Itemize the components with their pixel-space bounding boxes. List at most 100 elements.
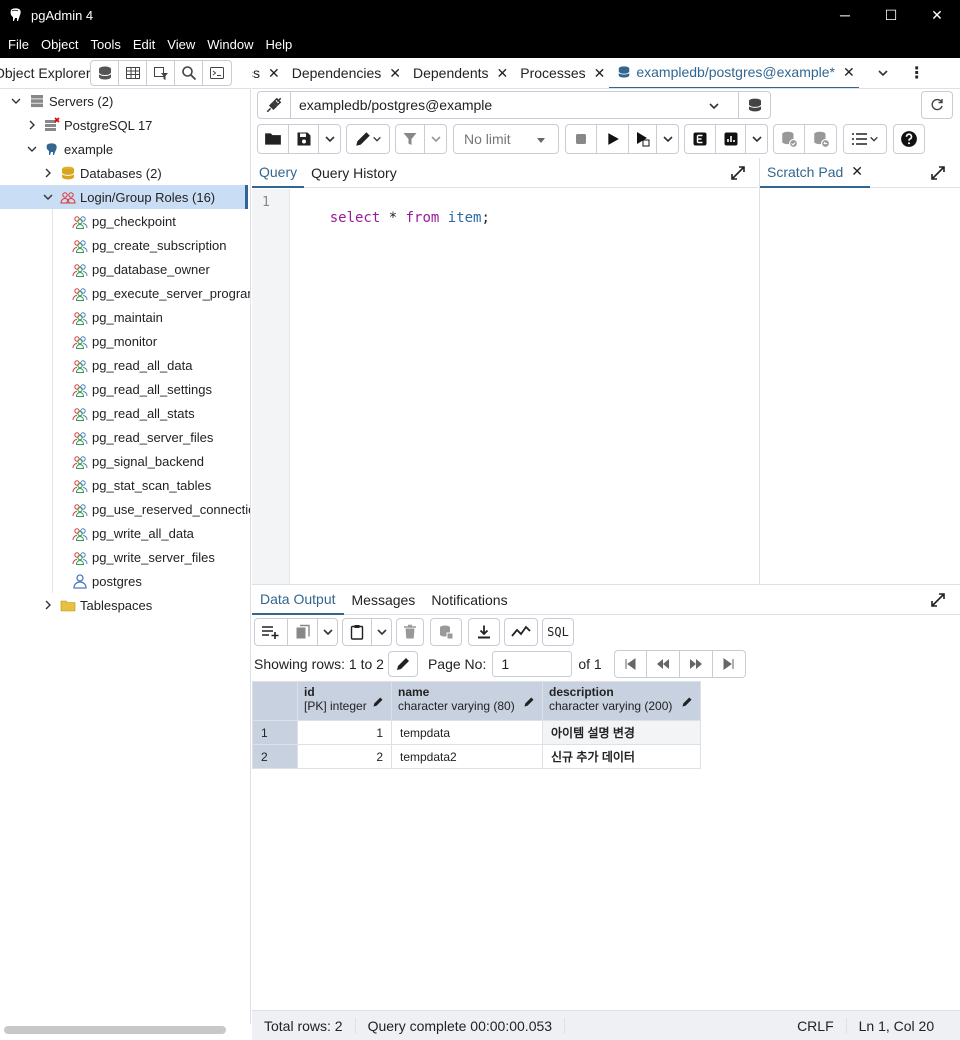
open-file-button[interactable] (257, 124, 289, 154)
close-icon[interactable]: ✕ (389, 65, 401, 82)
psql-tool-button[interactable] (203, 61, 231, 85)
sql-view-button[interactable]: SQL (542, 618, 574, 646)
row-number-header[interactable] (252, 681, 298, 721)
tree-node-servers[interactable]: Servers (2) (0, 89, 113, 113)
pencil-icon[interactable] (681, 696, 693, 708)
chevron-down-icon[interactable] (873, 67, 893, 79)
cell-id[interactable]: 1 (297, 720, 392, 745)
tree-node-role[interactable]: pg_signal_backend (0, 449, 204, 473)
cell-description[interactable]: 신규 추가 데이터 (542, 744, 701, 769)
row-number-cell[interactable]: 2 (252, 744, 298, 769)
execute-script-button[interactable] (629, 124, 657, 154)
next-page-button[interactable] (679, 650, 713, 678)
tab-scratch-pad[interactable]: Scratch Pad ✕ (760, 158, 870, 188)
explain-options-dropdown[interactable] (746, 124, 768, 154)
tree-node-example[interactable]: example (0, 137, 113, 161)
new-connection-button[interactable] (739, 91, 771, 119)
macros-button[interactable] (843, 124, 887, 154)
explorer-horizontal-scrollbar[interactable] (4, 1026, 226, 1034)
filter-rows-button[interactable] (147, 61, 175, 85)
explain-analyze-button[interactable] (716, 124, 746, 154)
sql-editor[interactable]: 1 select * from item; (252, 189, 758, 584)
tree-node-login-group-roles[interactable]: Login/Group Roles (16) (0, 185, 248, 209)
table-row[interactable]: 2 2 tempdata2 신규 추가 데이터 (252, 744, 701, 769)
tree-node-role[interactable]: pg_maintain (0, 305, 163, 329)
connection-select[interactable]: exampledb/postgres@example (291, 91, 739, 119)
expand-icon[interactable] (730, 165, 746, 181)
paste-options-dropdown[interactable] (372, 618, 392, 646)
last-page-button[interactable] (712, 650, 746, 678)
tree-node-role[interactable]: pg_read_all_data (0, 353, 192, 377)
first-page-button[interactable] (613, 650, 647, 678)
menu-window[interactable]: Window (203, 37, 257, 52)
tree-node-role[interactable]: pg_read_all_stats (0, 401, 195, 425)
commit-button[interactable] (773, 124, 805, 154)
refresh-connection-button[interactable] (921, 91, 953, 119)
close-icon[interactable]: ✕ (851, 163, 863, 180)
expand-icon[interactable] (930, 592, 946, 608)
add-row-button[interactable] (254, 618, 288, 646)
column-header-name[interactable]: name character varying (80) (391, 681, 543, 721)
edit-button[interactable] (346, 124, 390, 154)
menu-edit[interactable]: Edit (129, 37, 159, 52)
paste-button[interactable] (342, 618, 372, 646)
menu-help[interactable]: Help (262, 37, 297, 52)
download-csv-button[interactable] (468, 618, 500, 646)
column-header-description[interactable]: description character varying (200) (542, 681, 701, 721)
maximize-button[interactable]: ☐ (868, 0, 914, 30)
close-icon[interactable]: ✕ (594, 65, 606, 82)
save-file-button[interactable] (289, 124, 319, 154)
tab-data-output[interactable]: Data Output (252, 585, 344, 615)
row-number-cell[interactable]: 1 (252, 720, 298, 745)
execute-button[interactable] (597, 124, 629, 154)
table-row[interactable]: 1 1 tempdata 아이템 설명 변경 (252, 720, 701, 745)
tree-node-role[interactable]: postgres (0, 569, 142, 593)
rollback-button[interactable] (805, 124, 837, 154)
tree-node-role[interactable]: pg_database_owner (0, 257, 210, 281)
tree-node-postgresql-17[interactable]: PostgreSQL 17 (0, 113, 152, 137)
close-icon[interactable]: ✕ (497, 65, 509, 82)
stop-query-button[interactable] (565, 124, 597, 154)
tab-dependencies[interactable]: Dependencies ✕ (284, 58, 405, 88)
query-tool-button[interactable] (91, 61, 119, 85)
tab-notifications[interactable]: Notifications (423, 585, 515, 615)
tree-node-role[interactable]: pg_execute_server_program (0, 281, 250, 305)
chevron-down-icon[interactable] (10, 95, 22, 107)
execute-options-dropdown[interactable] (657, 124, 679, 154)
save-data-button[interactable] (430, 618, 462, 646)
help-button[interactable] (893, 124, 925, 154)
chevron-right-icon[interactable] (42, 167, 54, 179)
tree-node-role[interactable]: pg_read_server_files (0, 425, 213, 449)
more-vertical-icon[interactable]: ⋮ (909, 63, 925, 83)
previous-page-button[interactable] (646, 650, 680, 678)
tree-node-role[interactable]: pg_create_subscription (0, 233, 226, 257)
chevron-right-icon[interactable] (42, 599, 54, 611)
chevron-right-icon[interactable] (26, 119, 38, 131)
explain-button[interactable] (684, 124, 716, 154)
tab-dependents[interactable]: Dependents ✕ (405, 58, 512, 88)
tab-query-tool[interactable]: exampledb/postgres@example* ✕ (609, 58, 859, 88)
tree-node-role[interactable]: pg_checkpoint (0, 209, 176, 233)
tree-node-role[interactable]: pg_use_reserved_connections (0, 497, 250, 521)
tab-query[interactable]: Query (252, 158, 305, 188)
tab-statistics[interactable]: Statistics✕ (252, 58, 284, 88)
menu-tools[interactable]: Tools (87, 37, 125, 52)
copy-button[interactable] (288, 618, 318, 646)
expand-icon[interactable] (930, 165, 946, 181)
minimize-button[interactable]: ─ (822, 0, 868, 30)
copy-options-dropdown[interactable] (318, 618, 338, 646)
chevron-down-icon[interactable] (42, 191, 54, 203)
tree-node-role[interactable]: pg_monitor (0, 329, 157, 353)
page-number-input[interactable]: 1 (492, 651, 573, 677)
close-icon[interactable]: ✕ (268, 65, 280, 82)
tree-node-databases[interactable]: Databases (2) (0, 161, 162, 185)
tab-query-history[interactable]: Query History (304, 158, 404, 188)
save-options-dropdown[interactable] (319, 124, 341, 154)
menu-object[interactable]: Object (37, 37, 83, 52)
filter-options-dropdown[interactable] (425, 124, 447, 154)
edit-page-size-button[interactable] (387, 651, 418, 677)
close-window-button[interactable]: ✕ (914, 0, 960, 30)
search-objects-button[interactable] (175, 61, 203, 85)
tab-processes[interactable]: Processes ✕ (512, 58, 609, 88)
cell-description[interactable]: 아이템 설명 변경 (542, 720, 701, 745)
